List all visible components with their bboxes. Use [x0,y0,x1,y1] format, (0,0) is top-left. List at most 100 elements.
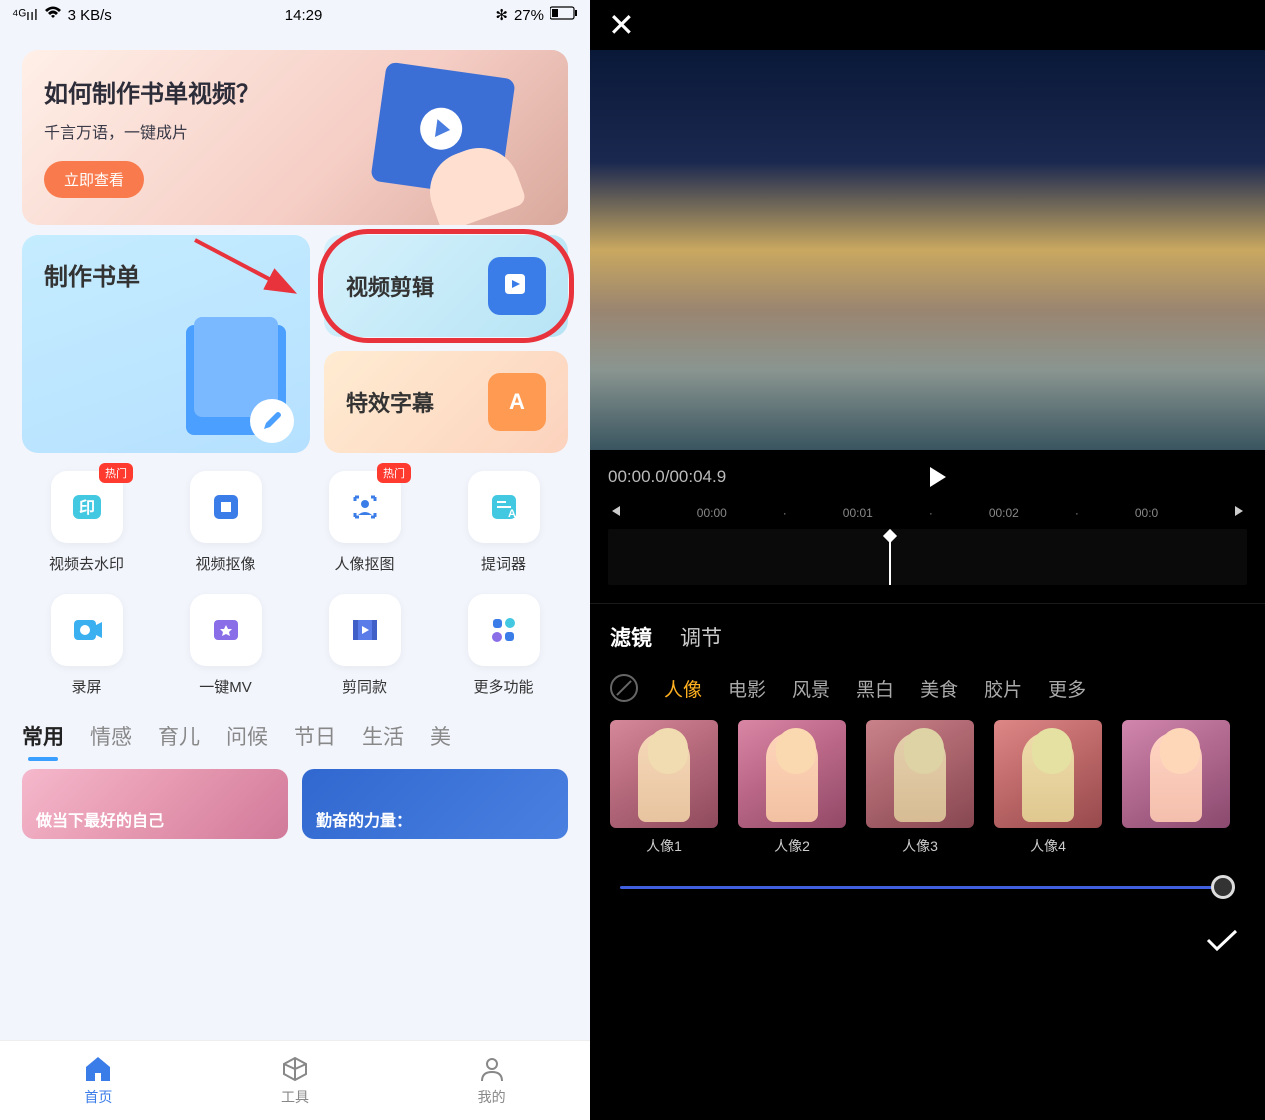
svg-text:A: A [508,508,516,520]
tool-label: 视频去水印 [49,553,124,574]
template-card[interactable]: 勤奋的力量： [302,769,568,839]
status-bar: ⁴ᴳııl 3 KB/s 14:29 ✻ 27% [0,0,590,30]
editor-header: ✕ [590,0,1265,50]
tab-emotion[interactable]: 情感 [90,721,132,751]
bottom-navigation: 首页 工具 我的 [0,1040,590,1120]
filter-thumbnail [994,720,1102,828]
hot-badge: 热门 [377,463,411,483]
hot-badge: 热门 [99,463,133,483]
video-editor-screen: ✕ 00:00.0/00:04.9 00:00· 00:01· 00:02· 0… [590,0,1265,1120]
bluetooth-icon: ✻ [495,6,508,24]
filter-label: 人像2 [738,836,846,856]
banner-illustration [338,70,548,210]
filter-thumbnail [610,720,718,828]
tool-teleprompter[interactable]: A 提词器 [439,471,568,574]
filter-preset[interactable]: 人像3 [866,720,974,856]
cat-portrait[interactable]: 人像 [664,675,702,702]
card-title: 特效字幕 [346,386,434,418]
timeline[interactable]: 00:00· 00:01· 00:02· 00:0 [590,504,1265,604]
tab-festival[interactable]: 节日 [294,721,336,751]
time-display: 00:00.0/00:04.9 [608,467,726,487]
timeline-ticks: 00:00· 00:01· 00:02· 00:0 [697,506,1158,520]
video-edit-icon [488,257,546,315]
close-icon[interactable]: ✕ [608,6,635,44]
tool-screen-record[interactable]: 录屏 [22,594,151,697]
no-filter-icon[interactable] [610,674,638,702]
filter-categories: 人像 电影 风景 黑白 美食 胶片 更多 [590,664,1265,720]
tab-filter[interactable]: 滤镜 [610,622,652,652]
promo-banner[interactable]: 如何制作书单视频？ 千言万语，一键成片 立即查看 [22,50,568,225]
cat-more[interactable]: 更多 [1048,675,1086,702]
cat-bw[interactable]: 黑白 [856,675,894,702]
filter-preset[interactable]: 人像2 [738,720,846,856]
tool-video-cutout[interactable]: 视频抠像 [161,471,290,574]
cat-movie[interactable]: 电影 [728,675,766,702]
slider-thumb[interactable] [1211,875,1235,899]
tab-beauty[interactable]: 美 [430,721,451,751]
tab-parenting[interactable]: 育儿 [158,721,200,751]
card-title: 视频剪辑 [346,270,434,302]
tool-one-click-mv[interactable]: 一键MV [161,594,290,697]
video-preview[interactable] [590,50,1265,450]
playback-controls: 00:00.0/00:04.9 [590,450,1265,504]
profile-icon [477,1055,507,1083]
clock: 14:29 [285,7,323,24]
template-category-tabs: 常用 情感 育儿 问候 节日 生活 美 [22,721,568,751]
tools-icon [280,1055,310,1083]
tool-label: 视频抠像 [195,553,255,574]
filter-thumbnail [866,720,974,828]
confirm-check-icon[interactable] [1205,927,1239,959]
wifi-icon [44,6,62,24]
signal-icon: ⁴ᴳııl [12,7,38,24]
tab-life[interactable]: 生活 [362,721,404,751]
battery-percent: 27% [514,7,544,24]
tab-common[interactable]: 常用 [22,721,64,751]
tool-portrait-cutout[interactable]: 热门 人像抠图 [300,471,429,574]
home-icon [83,1055,113,1083]
svg-text:印: 印 [78,499,94,517]
tool-label: 提词器 [481,553,526,574]
playhead[interactable] [889,535,891,585]
nav-tools[interactable]: 工具 [197,1041,394,1120]
tool-label: 更多功能 [473,676,533,697]
filter-thumbnail [738,720,846,828]
skip-next-icon[interactable] [1233,504,1247,521]
filter-preset[interactable]: 人像4 [994,720,1102,856]
template-card[interactable]: 做当下最好的自己 [22,769,288,839]
app-home-screen: ⁴ᴳııl 3 KB/s 14:29 ✻ 27% 如何制作书单视频？ 千言万语，… [0,0,590,1120]
network-speed: 3 KB/s [68,7,112,24]
filter-label: 人像3 [866,836,974,856]
video-edit-card[interactable]: 视频剪辑 [324,235,568,337]
filter-preset[interactable] [1122,720,1230,856]
tab-adjust[interactable]: 调节 [680,622,722,652]
cat-food[interactable]: 美食 [920,675,958,702]
play-button[interactable] [924,464,950,490]
timeline-track[interactable] [608,529,1247,585]
subtitle-effect-card[interactable]: 特效字幕 A [324,351,568,453]
banner-cta-button[interactable]: 立即查看 [44,161,144,198]
tool-cut-same-style[interactable]: 剪同款 [300,594,429,697]
tool-label: 一键MV [199,676,252,697]
tab-greeting[interactable]: 问候 [226,721,268,751]
filter-label: 人像1 [610,836,718,856]
skip-prev-icon[interactable] [608,504,622,521]
intensity-slider[interactable] [590,856,1265,899]
cat-film[interactable]: 胶片 [984,675,1022,702]
edit-mode-tabs: 滤镜 调节 [590,604,1265,664]
tool-label: 人像抠图 [334,553,394,574]
tool-more-features[interactable]: 更多功能 [439,594,568,697]
nav-profile[interactable]: 我的 [393,1041,590,1120]
filter-presets: 人像1 人像2 人像3 人像4 [590,720,1265,856]
cat-scenery[interactable]: 风景 [792,675,830,702]
tool-remove-watermark[interactable]: 热门 印 视频去水印 [22,471,151,574]
filter-thumbnail [1122,720,1230,828]
tool-label: 剪同款 [342,676,387,697]
filter-preset[interactable]: 人像1 [610,720,718,856]
battery-icon [550,6,578,24]
subtitle-icon: A [488,373,546,431]
tool-label: 录屏 [71,676,101,697]
nav-home[interactable]: 首页 [0,1041,197,1120]
document-icon [186,325,286,435]
filter-label: 人像4 [994,836,1102,856]
template-cards: 做当下最好的自己 勤奋的力量： [22,769,568,839]
